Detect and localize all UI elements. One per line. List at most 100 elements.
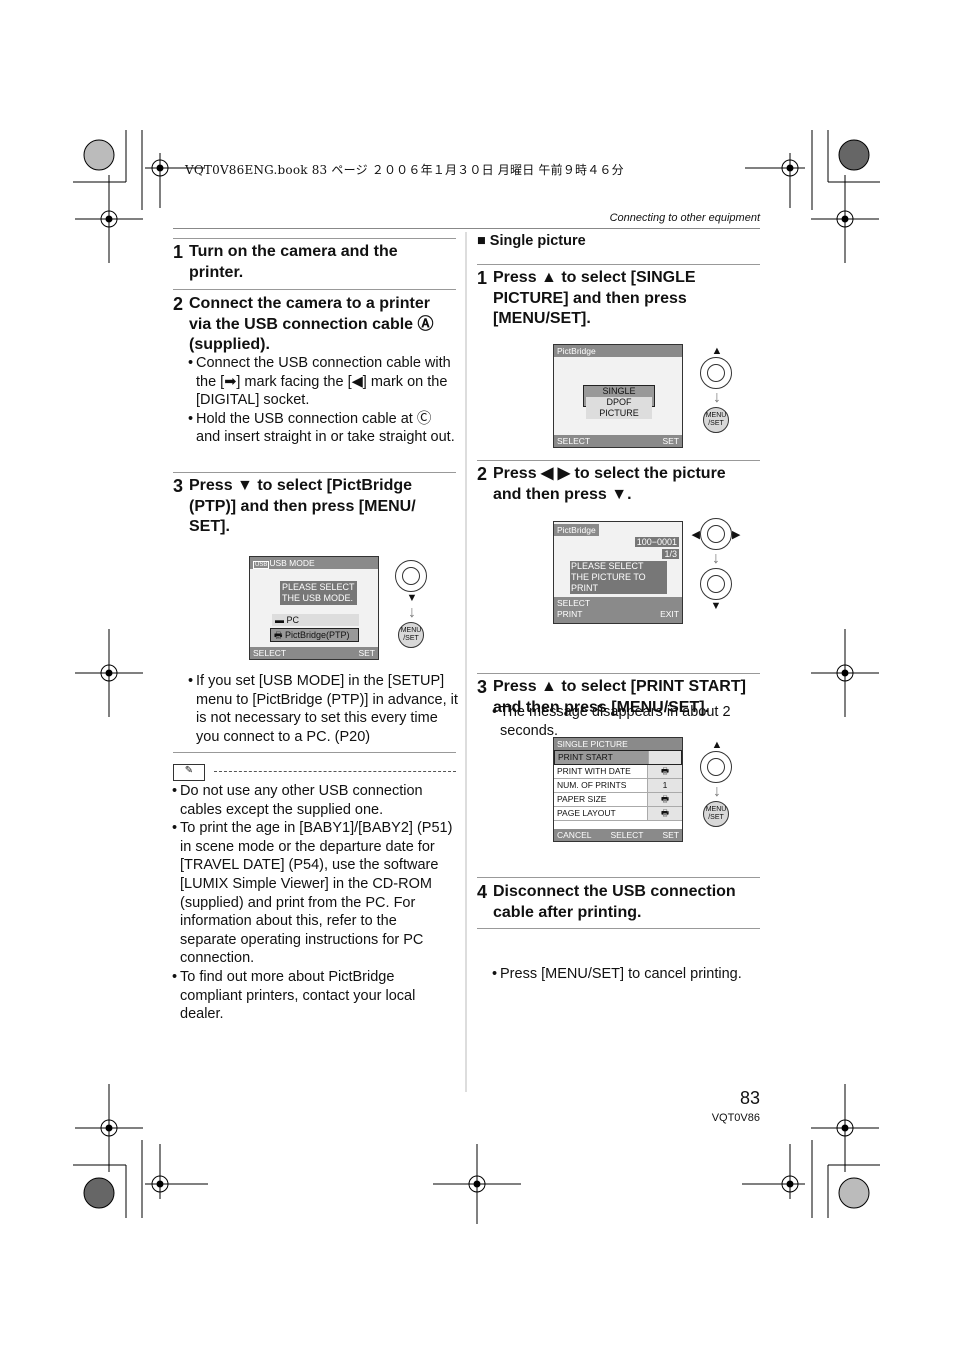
pictbridge-screen: PictBridge SINGLE PICTURE DPOF PICTURE S… — [553, 344, 683, 448]
print-header: VQT0V86ENG.book 83 ページ ２００６年１月３０日 月曜日 午前… — [185, 163, 624, 177]
setting-value — [648, 751, 681, 764]
screen-message: PLEASE SELECT THE PICTURE TO PRINT — [570, 561, 667, 594]
note-item: Do not use any other USB connection cabl… — [172, 782, 456, 819]
note-item: To find out more about PictBridge compli… — [172, 968, 456, 1024]
step-text: Disconnect the USB connection cable afte… — [493, 883, 736, 921]
square-bullet-icon: ■ — [477, 233, 490, 249]
setting-label: PAPER SIZE — [554, 793, 647, 806]
right-step-1: 1 Press ▲ to select [SINGLE PICTURE] and … — [477, 268, 753, 330]
settings-row: PRINT WITH DATE 🖶 — [554, 765, 682, 779]
subhead: ■ Single picture — [477, 233, 586, 249]
settings-list: PRINT START PRINT WITH DATE 🖶 NUM. OF PRINT… — [554, 750, 682, 821]
print-hint: PRINT — [557, 609, 583, 619]
bullet: Hold the USB connection cable at Ⓒ and i… — [188, 410, 456, 447]
left-step-3: 3 Press ▼ to select [PictBridge (PTP)] an… — [173, 476, 439, 538]
step-number: 2 — [477, 464, 488, 484]
control-diagram: ▲ ↓ MENU /SET — [700, 345, 734, 433]
setting-value: 1 — [647, 779, 682, 792]
step-text: Press ▼ to select [PictBridge (PTP)] and… — [189, 477, 416, 535]
divider — [173, 752, 456, 753]
note-item: To print the age in [BABY1]/[BABY2] (P51… — [172, 819, 456, 968]
step-text: Connect the camera to a printer via the … — [189, 295, 434, 353]
manual-page: VQT0V86ENG.book 83 ページ ２００６年１月３０日 月曜日 午前… — [0, 0, 954, 1348]
control-diagram: ▼ ↓ MENU /SET — [395, 560, 429, 648]
screen-message: PLEASE SELECT THE USB MODE. — [280, 581, 357, 605]
left-step-2: 2 Connect the camera to a printer via the… — [173, 294, 449, 356]
step-number: 3 — [477, 677, 488, 697]
right-step-2: 2 Press ◀ ▶ to select the picture and the… — [477, 464, 755, 505]
left-step-1: 1 Turn on the camera and the printer. — [173, 242, 449, 283]
picture-count: 1/3 — [662, 549, 679, 559]
setting-label: PRINT START — [555, 751, 648, 764]
screen-title: SINGLE PICTURE — [554, 738, 682, 750]
cursor-dial-icon — [395, 560, 427, 592]
step-number: 3 — [173, 476, 184, 496]
divider — [477, 460, 760, 461]
settings-row: NUM. OF PRINTS 1 — [554, 779, 682, 793]
select-hint: SELECT — [557, 436, 591, 446]
section-title: Connecting to other equipment — [609, 212, 760, 224]
screen-title: USB MODE — [269, 558, 315, 568]
step-text: Turn on the camera and the printer. — [189, 243, 398, 281]
right-step-4: 4 Disconnect the USB connection cable aft… — [477, 882, 755, 923]
step-number: 4 — [477, 882, 488, 902]
divider — [477, 877, 760, 878]
bullet: Connect the USB connection cable with th… — [188, 354, 456, 410]
step-number: 1 — [173, 242, 184, 262]
page-number: 83 — [739, 1088, 760, 1108]
picture-select-screen: PictBridge 100−0001 1/3 PLEASE SELECT THE… — [553, 521, 683, 624]
exit-hint: EXIT — [660, 609, 679, 619]
step-number: 1 — [477, 268, 488, 288]
menu-set-button-icon: MENU /SET — [703, 801, 729, 827]
flow-arrow-icon: ↓ — [713, 783, 721, 800]
divider — [477, 673, 760, 674]
screen-title: PictBridge — [554, 524, 599, 536]
usb-mode-screen: USB USB MODE PLEASE SELECT THE USB MODE. ▬… — [249, 556, 379, 660]
set-hint: SET — [662, 830, 679, 840]
cancel-hint: CANCEL — [557, 830, 592, 840]
step-3-note: If you set [USB MODE] in the [SETUP] men… — [188, 672, 464, 746]
divider — [477, 928, 760, 929]
select-hint: SELECT — [253, 648, 287, 658]
menu-set-button-icon: MENU /SET — [703, 407, 729, 433]
settings-row: PAGE LAYOUT 🖶 — [554, 807, 682, 821]
setting-value: 🖶 — [647, 807, 682, 820]
cursor-dial-icon — [700, 518, 732, 550]
select-hint: SELECT — [557, 598, 591, 608]
left-arrow-icon: ◀ — [691, 528, 700, 541]
screen-title: PictBridge — [554, 345, 682, 357]
notes-list: Do not use any other USB connection cabl… — [172, 782, 456, 1024]
cursor-dial-icon — [700, 357, 732, 389]
step-text: Press ▲ to select [PRINT START] and then… — [493, 678, 746, 716]
single-picture-screen: SINGLE PICTURE PRINT START PRINT WITH DAT… — [553, 737, 683, 842]
up-arrow-icon: ▲ — [711, 345, 723, 357]
cursor-dial-icon — [700, 751, 732, 783]
file-number: 100−0001 — [634, 537, 679, 547]
header-rule — [173, 228, 760, 229]
up-arrow-icon: ▲ — [711, 739, 723, 751]
set-hint: SET — [358, 648, 375, 658]
setting-value: 🖶 — [647, 793, 682, 806]
flow-arrow-icon: ↓ — [408, 604, 416, 621]
setting-label: PRINT WITH DATE — [554, 765, 647, 778]
menu-set-button-icon: MENU /SET — [398, 622, 424, 648]
notes-dash-line — [214, 771, 456, 772]
divider — [173, 289, 456, 290]
option-pc: ▬ PC — [272, 614, 359, 626]
setting-label: PAGE LAYOUT — [554, 807, 647, 820]
select-hint: SELECT — [610, 830, 644, 840]
model-code: VQT0V86 — [711, 1112, 760, 1124]
step-3-note: Press [MENU/SET] to cancel printing. — [492, 965, 765, 984]
settings-row: PRINT START — [554, 750, 682, 765]
divider — [173, 238, 456, 239]
step-text: Press ▲ to select [SINGLE PICTURE] and t… — [493, 269, 696, 327]
setting-value: 🖶 — [647, 765, 682, 778]
right-step-3: 3 Press ▲ to select [PRINT START] and the… — [477, 677, 758, 718]
right-arrow-icon: ▶ — [732, 528, 741, 541]
flow-arrow-icon: ↓ — [713, 389, 721, 406]
set-hint: SET — [662, 436, 679, 446]
down-arrow-icon: ▼ — [710, 600, 722, 612]
option-dpof-picture: DPOF PICTURE — [586, 397, 652, 419]
control-diagram: ▲ ↓ MENU /SET — [700, 739, 734, 827]
memo-icon: ✎ — [173, 764, 205, 781]
